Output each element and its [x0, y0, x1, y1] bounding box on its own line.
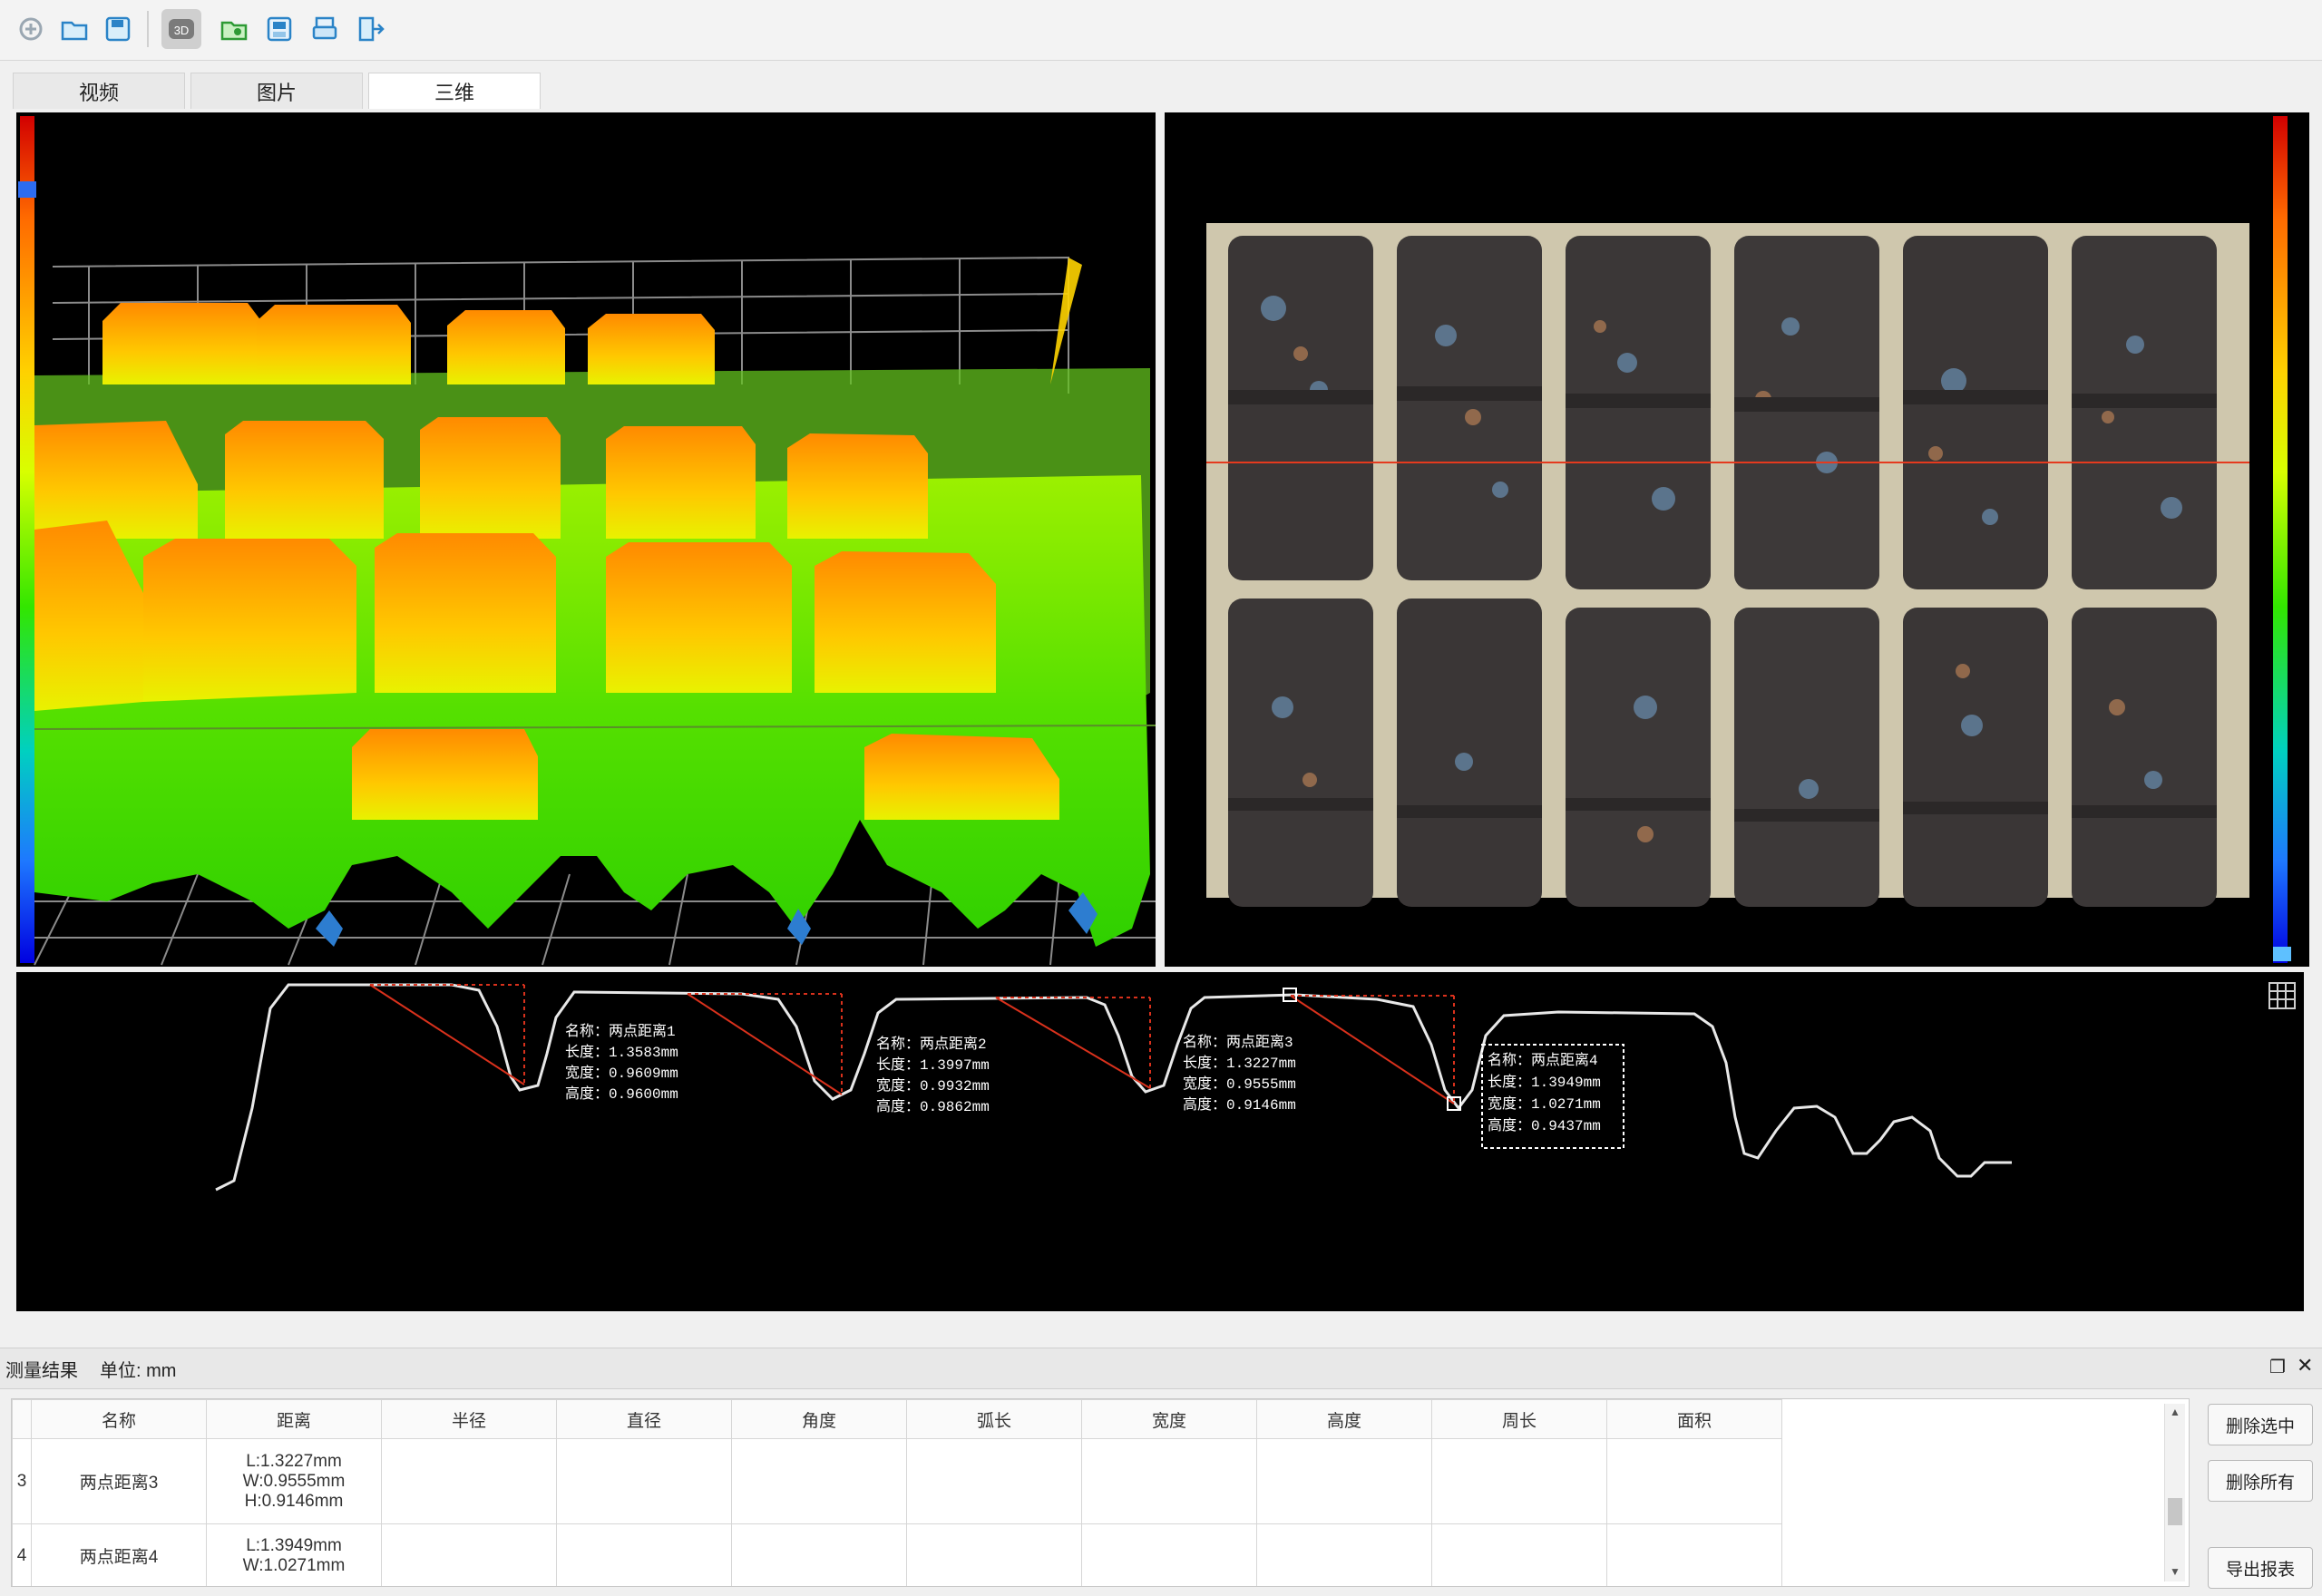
- exit-icon[interactable]: [350, 9, 390, 49]
- surface-dip-1: [316, 910, 343, 947]
- svg-text:宽度：1.0271mm: 宽度：1.0271mm: [1488, 1095, 1601, 1113]
- wall-edge: [1050, 258, 1082, 384]
- measurement-label-2: 名称：两点距离2 长度：1.3997mm 宽度：0.9932mm 高度：0.98…: [876, 1036, 990, 1115]
- 3d-view-panel[interactable]: [16, 112, 1156, 967]
- close-icon[interactable]: ✕: [2297, 1354, 2313, 1377]
- column-header-angle[interactable]: 角度: [731, 1399, 907, 1439]
- profile-curve: [215, 983, 2012, 1192]
- distance-length: L:1.3227mm: [246, 1451, 342, 1471]
- row-index: 4: [12, 1523, 32, 1586]
- svg-text:名称：两点距离4: 名称：两点距离4: [1488, 1052, 1598, 1069]
- export-report-button[interactable]: 导出报表: [2208, 1547, 2313, 1589]
- row-index: 3: [12, 1438, 32, 1524]
- svg-text:长度：1.3583mm: 长度：1.3583mm: [565, 1044, 678, 1061]
- 3d-surface-render: [34, 256, 1156, 966]
- toolbar-separator: [147, 11, 149, 47]
- tab-video[interactable]: 视频: [13, 73, 185, 109]
- scroll-down-icon[interactable]: ▼: [2170, 1565, 2181, 1578]
- sample-photo: [1206, 223, 2249, 907]
- distance-width: W:1.0271mm: [242, 1555, 346, 1575]
- results-header: 测量结果 单位: mm ❐ ✕: [0, 1348, 2322, 1389]
- column-header-perimeter[interactable]: 周长: [1431, 1399, 1607, 1439]
- svg-text:高度：0.9437mm: 高度：0.9437mm: [1488, 1117, 1601, 1134]
- svg-text:长度：1.3949mm: 长度：1.3949mm: [1488, 1074, 1601, 1091]
- svg-text:长度：1.3227mm: 长度：1.3227mm: [1183, 1055, 1296, 1072]
- main-toolbar: 3D: [0, 0, 2322, 61]
- delete-all-button[interactable]: 删除所有: [2208, 1460, 2313, 1502]
- distance-length: L:1.3949mm: [246, 1535, 342, 1555]
- open-folder-icon[interactable]: [54, 9, 94, 49]
- svg-text:名称：两点距离1: 名称：两点距离1: [565, 1023, 676, 1040]
- scrollbar-thumb[interactable]: [2168, 1498, 2182, 1525]
- table-row[interactable]: 4 两点距离4 L:1.3949mm W:1.0271mm: [12, 1523, 1782, 1586]
- view-tabs: 视频 图片 三维: [13, 73, 2309, 109]
- svg-text:高度：0.9600mm: 高度：0.9600mm: [565, 1085, 678, 1103]
- svg-text:长度：1.3997mm: 长度：1.3997mm: [876, 1056, 990, 1074]
- svg-text:3D: 3D: [174, 24, 190, 37]
- tab-3d[interactable]: 三维: [368, 73, 541, 109]
- print-icon[interactable]: [305, 9, 345, 49]
- svg-text:名称：两点距离3: 名称：两点距离3: [1183, 1034, 1293, 1051]
- measurement-label-4: 名称：两点距离4 长度：1.3949mm 宽度：1.0271mm 高度：0.94…: [1488, 1052, 1601, 1134]
- image-view-panel[interactable]: [1165, 112, 2309, 967]
- results-table-container: 名称 距离 半径 直径 角度 弧长 宽度 高度 周长 面积 3 两点距离3 L:…: [11, 1398, 2190, 1587]
- column-header-height[interactable]: 高度: [1256, 1399, 1432, 1439]
- save-icon[interactable]: [98, 9, 138, 49]
- row-distance: L:1.3949mm W:1.0271mm: [206, 1523, 382, 1586]
- row-distance: L:1.3227mm W:0.9555mm H:0.9146mm: [206, 1438, 382, 1524]
- back-row-blocks: [102, 303, 715, 384]
- column-header-arc-length[interactable]: 弧长: [906, 1399, 1082, 1439]
- delete-selected-button[interactable]: 删除选中: [2208, 1404, 2313, 1445]
- grid-toggle-icon[interactable]: [2268, 982, 2296, 1009]
- float-panel-icon[interactable]: ❐: [2269, 1356, 2286, 1378]
- column-header-index: [12, 1399, 32, 1439]
- svg-text:宽度：0.9609mm: 宽度：0.9609mm: [565, 1065, 678, 1082]
- column-header-distance[interactable]: 距离: [206, 1399, 382, 1439]
- distance-width: W:0.9555mm: [242, 1471, 346, 1491]
- measurement-label-3: 名称：两点距离3 长度：1.3227mm 宽度：0.9555mm 高度：0.91…: [1183, 1034, 1296, 1114]
- measurement-label-1: 名称：两点距离1 长度：1.3583mm 宽度：0.9609mm 高度：0.96…: [565, 1023, 678, 1103]
- table-scrollbar[interactable]: ▲ ▼: [2164, 1404, 2185, 1581]
- results-title: 测量结果: [5, 1360, 78, 1381]
- table-header-row: 名称 距离 半径 直径 角度 弧长 宽度 高度 周长 面积: [12, 1399, 1782, 1439]
- svg-text:名称：两点距离2: 名称：两点距离2: [876, 1036, 987, 1053]
- svg-text:高度：0.9862mm: 高度：0.9862mm: [876, 1098, 990, 1115]
- column-header-diameter[interactable]: 直径: [556, 1399, 732, 1439]
- column-header-name[interactable]: 名称: [31, 1399, 207, 1439]
- 3d-view-icon[interactable]: 3D: [161, 9, 201, 49]
- column-header-radius[interactable]: 半径: [381, 1399, 557, 1439]
- column-header-width[interactable]: 宽度: [1081, 1399, 1257, 1439]
- profile-chart-panel[interactable]: 名称：两点距离1 长度：1.3583mm 宽度：0.9609mm 高度：0.96…: [16, 972, 2304, 1311]
- right-colorbar-handle[interactable]: [2273, 947, 2291, 961]
- svg-text:高度：0.9146mm: 高度：0.9146mm: [1183, 1096, 1296, 1114]
- new-icon[interactable]: [11, 9, 51, 49]
- column-header-area[interactable]: 面积: [1606, 1399, 1782, 1439]
- distance-height: H:0.9146mm: [244, 1491, 344, 1511]
- save-image-icon[interactable]: [259, 9, 299, 49]
- svg-text:宽度：0.9932mm: 宽度：0.9932mm: [876, 1077, 990, 1095]
- tab-image[interactable]: 图片: [190, 73, 363, 109]
- results-unit: 单位: mm: [100, 1360, 177, 1381]
- scroll-up-icon[interactable]: ▲: [2170, 1406, 2181, 1418]
- right-colorbar: [2273, 116, 2288, 963]
- row-name: 两点距离3: [31, 1438, 207, 1524]
- results-table: 名称 距离 半径 直径 角度 弧长 宽度 高度 周长 面积 3 两点距离3 L:…: [12, 1399, 1782, 1586]
- svg-text:宽度：0.9555mm: 宽度：0.9555mm: [1183, 1075, 1296, 1093]
- row-name: 两点距离4: [31, 1523, 207, 1586]
- profile-chart: 名称：两点距离1 长度：1.3583mm 宽度：0.9609mm 高度：0.96…: [215, 982, 2296, 1192]
- table-row[interactable]: 3 两点距离3 L:1.3227mm W:0.9555mm H:0.9146mm: [12, 1438, 1782, 1524]
- open-image-folder-icon[interactable]: [214, 9, 254, 49]
